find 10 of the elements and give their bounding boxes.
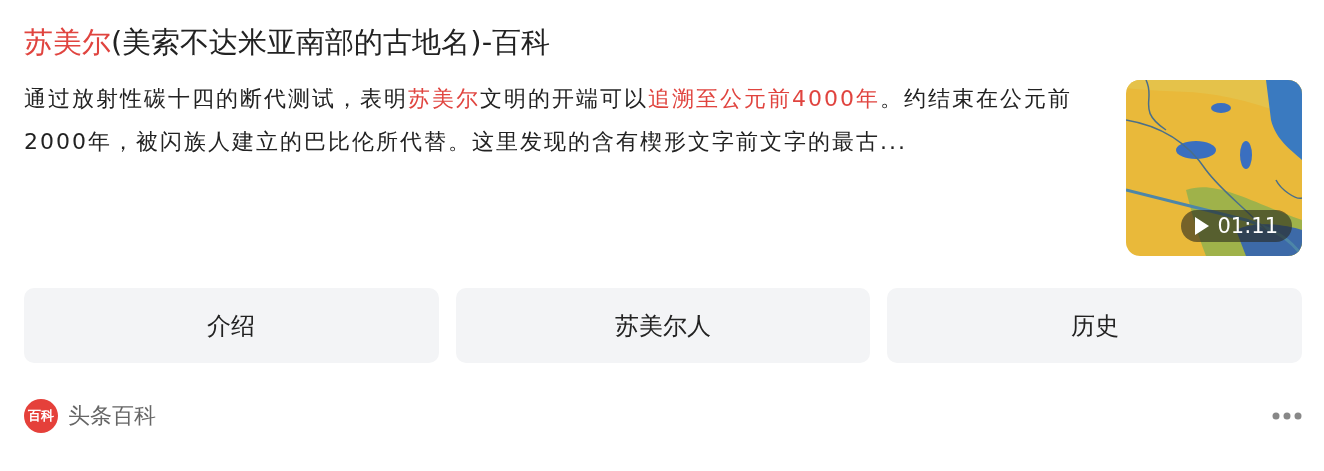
video-duration: 01:11 (1181, 210, 1292, 242)
source-logo: 百科 (24, 399, 58, 433)
topic-tab[interactable]: 历史 (887, 288, 1302, 363)
more-icon[interactable] (1272, 412, 1302, 420)
source-name[interactable]: 头条百科 (68, 401, 156, 431)
play-icon[interactable] (1195, 217, 1210, 235)
result-snippet: 通过放射性碳十四的断代测试，表明苏美尔文明的开端可以追溯至公元前4000年。约结束在公元前2000年，被闪族人建立的巴比伦所代替。这里发现的含有楔形文字前文字的最古... (24, 85, 1073, 156)
result-title[interactable]: 苏美尔(美索不达米亚南部的古地名)-百科 (24, 22, 1302, 62)
topic-tab[interactable]: 苏美尔人 (455, 288, 871, 363)
topic-tab[interactable]: 介绍 (24, 288, 439, 363)
